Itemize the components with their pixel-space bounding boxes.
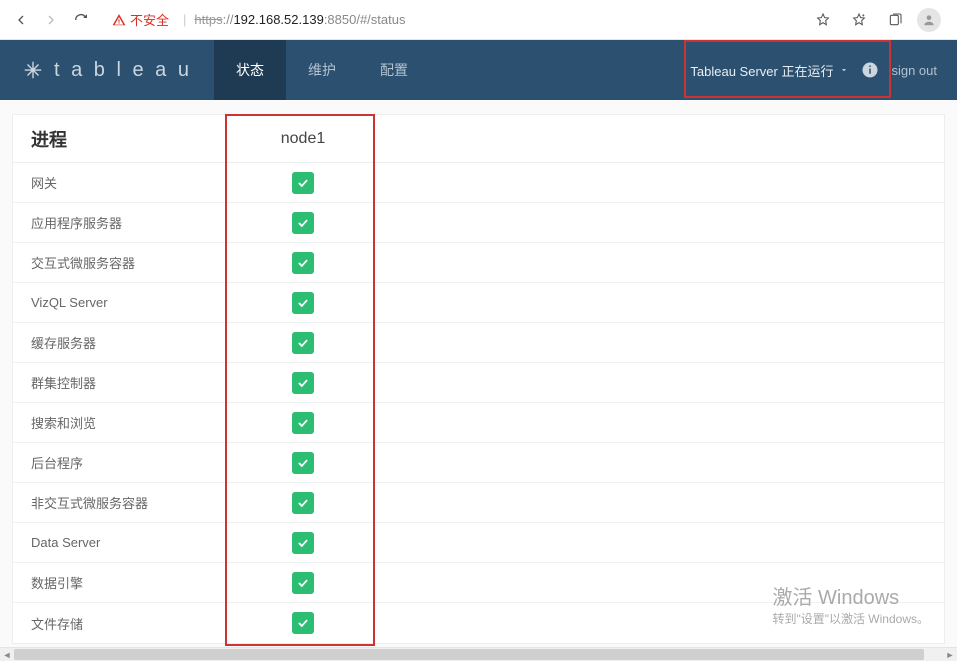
- table-header: 进程 node1: [13, 115, 944, 163]
- process-name: 搜索和浏览: [13, 413, 228, 432]
- insecure-label: 不安全: [130, 10, 169, 29]
- process-name: 应用程序服务器: [13, 213, 228, 232]
- brand-logo: t a b l e a u: [0, 40, 214, 100]
- status-ok-icon: [292, 212, 314, 234]
- tab-configuration[interactable]: 配置: [358, 40, 430, 100]
- table-row: 后台程序: [13, 443, 944, 483]
- process-status: [228, 172, 378, 194]
- process-status: [228, 452, 378, 474]
- brand-text: t a b l e a u: [54, 59, 192, 82]
- address-bar[interactable]: 不安全 | https://192.168.52.139:8850/#/stat…: [102, 5, 803, 35]
- status-ok-icon: [292, 492, 314, 514]
- process-status: [228, 292, 378, 314]
- forward-button[interactable]: [36, 5, 66, 35]
- url-path: :8850/#/status: [324, 12, 406, 27]
- status-table: 进程 node1 网关应用程序服务器交互式微服务容器 VizQL Server 缓存…: [12, 114, 945, 644]
- process-name: 后台程序: [13, 453, 228, 472]
- process-name: 数据引擎: [13, 573, 228, 592]
- process-name: 群集控制器: [13, 373, 228, 392]
- info-button[interactable]: [861, 61, 879, 79]
- process-status: [228, 252, 378, 274]
- process-name: 交互式微服务容器: [13, 253, 228, 272]
- table-row: Data Server: [13, 523, 944, 563]
- status-ok-icon: [292, 292, 314, 314]
- sign-out-link[interactable]: sign out: [891, 63, 937, 78]
- scroll-right-icon[interactable]: ►: [943, 648, 957, 662]
- table-row: 网关: [13, 163, 944, 203]
- favorites-icon[interactable]: [845, 6, 873, 34]
- refresh-button[interactable]: [66, 5, 96, 35]
- table-row: 缓存服务器: [13, 323, 944, 363]
- status-ok-icon: [292, 372, 314, 394]
- table-row: 搜索和浏览: [13, 403, 944, 443]
- url-host: 192.168.52.139: [233, 12, 323, 27]
- tab-status[interactable]: 状态: [214, 40, 286, 100]
- status-ok-icon: [292, 572, 314, 594]
- process-name: 文件存储: [13, 614, 228, 633]
- process-status: [228, 612, 378, 634]
- process-status: [228, 332, 378, 354]
- table-row: 应用程序服务器: [13, 203, 944, 243]
- browser-toolbar: 不安全 | https://192.168.52.139:8850/#/stat…: [0, 0, 957, 40]
- table-row: 交互式微服务容器: [13, 243, 944, 283]
- column-process: 进程: [13, 126, 228, 152]
- profile-avatar[interactable]: [917, 8, 941, 32]
- server-status-label: Tableau Server 正在运行: [690, 61, 833, 80]
- collections-icon[interactable]: [881, 6, 909, 34]
- tab-maintenance[interactable]: 维护: [286, 40, 358, 100]
- status-ok-icon: [292, 172, 314, 194]
- process-status: [228, 372, 378, 394]
- table-row: 数据引擎: [13, 563, 944, 603]
- column-node1: node1: [228, 130, 378, 148]
- process-name: 非交互式微服务容器: [13, 493, 228, 512]
- main-content: 进程 node1 网关应用程序服务器交互式微服务容器 VizQL Server 缓存…: [0, 100, 957, 647]
- process-name: 缓存服务器: [13, 333, 228, 352]
- process-status: [228, 492, 378, 514]
- process-name: Data Server: [13, 535, 228, 550]
- status-ok-icon: [292, 252, 314, 274]
- table-row: VizQL Server: [13, 283, 944, 323]
- scroll-left-icon[interactable]: ◄: [0, 648, 14, 662]
- process-status: [228, 572, 378, 594]
- process-status: [228, 412, 378, 434]
- status-ok-icon: [292, 612, 314, 634]
- status-ok-icon: [292, 412, 314, 434]
- app-header: t a b l e a u 状态 维护 配置 Tableau Server 正在…: [0, 40, 957, 100]
- process-status: [228, 212, 378, 234]
- url-protocol: https: [194, 12, 222, 27]
- process-name: VizQL Server: [13, 295, 228, 310]
- status-ok-icon: [292, 332, 314, 354]
- url-sep: ://: [223, 12, 234, 27]
- status-ok-icon: [292, 452, 314, 474]
- star-icon[interactable]: [809, 6, 837, 34]
- scroll-thumb[interactable]: [14, 649, 924, 660]
- process-name: 网关: [13, 173, 228, 192]
- server-status-dropdown[interactable]: Tableau Server 正在运行: [690, 61, 849, 80]
- back-button[interactable]: [6, 5, 36, 35]
- table-row: 文件存储: [13, 603, 944, 643]
- table-row: 非交互式微服务容器: [13, 483, 944, 523]
- horizontal-scrollbar[interactable]: ◄ ►: [0, 647, 957, 661]
- tableau-logo-icon: [22, 59, 44, 81]
- status-ok-icon: [292, 532, 314, 554]
- chevron-down-icon: [839, 63, 849, 78]
- insecure-icon: 不安全: [112, 10, 169, 29]
- table-row: 群集控制器: [13, 363, 944, 403]
- process-status: [228, 532, 378, 554]
- nav-tabs: 状态 维护 配置: [214, 40, 430, 100]
- address-separator: |: [183, 12, 186, 27]
